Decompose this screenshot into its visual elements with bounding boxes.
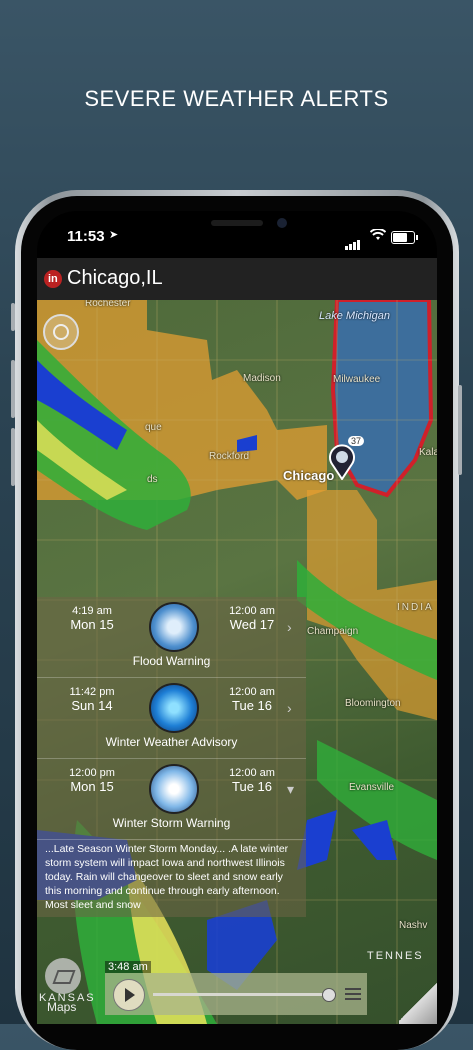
- alert-title: Flood Warning: [132, 654, 211, 668]
- phone-volume-up: [11, 360, 15, 418]
- locate-me-button[interactable]: [43, 314, 79, 350]
- chevron-down-icon[interactable]: ▾: [287, 781, 294, 798]
- map-label-rockford: Rockford: [209, 451, 250, 462]
- alert-end-time: 12:00 am: [229, 605, 275, 617]
- timeline-slider[interactable]: [153, 993, 333, 996]
- hamburger-menu-icon[interactable]: [345, 988, 361, 1000]
- app-header: in Chicago,IL: [37, 258, 437, 300]
- phone-power-button: [458, 385, 462, 475]
- alert-start-time: 4:19 am: [72, 605, 112, 617]
- flood-icon: [149, 602, 199, 652]
- alert-end-day: Wed 17: [229, 617, 275, 632]
- notch: [137, 211, 337, 241]
- alert-start-time: 12:00 pm: [69, 767, 115, 779]
- signal-icon: [345, 232, 361, 250]
- app-logo-icon[interactable]: in: [44, 270, 62, 288]
- phone-mute-switch: [11, 303, 15, 331]
- location-pin-icon[interactable]: 37: [328, 436, 365, 480]
- alert-end-time: 12:00 am: [229, 767, 275, 779]
- alert-title: Winter Storm Warning: [112, 816, 231, 830]
- map-label-indiana: INDIA: [397, 602, 434, 613]
- alert-start-day: Sun 14: [71, 698, 113, 713]
- map-label-madison: Madison: [243, 373, 281, 384]
- alert-end-day: Tue 16: [232, 779, 272, 794]
- radar-player: [105, 973, 367, 1015]
- alert-description: ...Late Season Winter Storm Monday... .A…: [45, 843, 289, 911]
- maps-attribution: Maps: [47, 1000, 77, 1014]
- map-label-champaign: Champaign: [307, 626, 359, 637]
- status-time: 11:53: [67, 228, 105, 245]
- alert-title: Winter Weather Advisory: [105, 735, 238, 749]
- map-label-bloomington: Bloomington: [345, 698, 401, 709]
- alert-row-winter-storm-warning[interactable]: 12:00 pm Mon 15 12:00 am Tue 16 Winter Sto…: [37, 759, 306, 840]
- map-label-milwaukee: Milwaukee: [333, 374, 381, 385]
- map-label-chicago: Chicago: [283, 468, 335, 483]
- city-title[interactable]: Chicago,IL: [67, 267, 163, 290]
- wifi-icon: [369, 228, 387, 244]
- radar-map[interactable]: Lake Michigan Rochester Milwaukee Madiso…: [37, 298, 437, 1024]
- map-label-dubuque: que: [145, 422, 162, 433]
- battery-icon: [391, 231, 418, 244]
- alert-end-time: 12:00 am: [229, 686, 275, 698]
- alerts-panel: 4:19 am Mon 15 12:00 am Wed 17 Flood Warni…: [37, 597, 306, 917]
- alert-row-flood-warning[interactable]: 4:19 am Mon 15 12:00 am Wed 17 Flood Warni…: [37, 597, 306, 678]
- map-label-tennessee: TENNES: [367, 950, 424, 962]
- play-button[interactable]: [113, 979, 145, 1011]
- alert-row-winter-weather-advisory[interactable]: 11:42 pm Sun 14 12:00 am Tue 16 Winter Wea…: [37, 678, 306, 759]
- chevron-right-icon[interactable]: ›: [287, 700, 292, 716]
- pin-temperature-badge: 37: [348, 436, 365, 446]
- map-label-evansville: Evansville: [349, 782, 395, 793]
- map-label-lake-michigan: Lake Michigan: [319, 310, 390, 322]
- map-label-nashville: Nashv: [399, 920, 428, 931]
- alert-start-day: Mon 15: [70, 779, 114, 794]
- snowflake-icon: [149, 764, 199, 814]
- headline: SEVERE WEATHER ALERTS: [84, 86, 389, 111]
- phone-volume-down: [11, 428, 15, 486]
- location-arrow-icon: ➤: [109, 229, 119, 241]
- chevron-right-icon[interactable]: ›: [287, 619, 292, 635]
- map-label-kala: Kala: [419, 447, 437, 458]
- phone-screen: 11:53 ➤ in Chicago,IL Lake Michigan Roch…: [37, 211, 437, 1024]
- radar-timestamp: 3:48 am: [105, 961, 151, 973]
- timeline-slider-handle[interactable]: [321, 988, 336, 1002]
- alert-end-day: Tue 16: [232, 698, 272, 713]
- layers-button[interactable]: [45, 958, 81, 994]
- page-curl-icon[interactable]: [399, 980, 437, 1024]
- alert-start-time: 11:42 pm: [69, 686, 115, 698]
- map-label-iowa-city: ds: [147, 474, 158, 485]
- alert-start-day: Mon 15: [70, 617, 114, 632]
- winter-advisory-icon: [149, 683, 199, 733]
